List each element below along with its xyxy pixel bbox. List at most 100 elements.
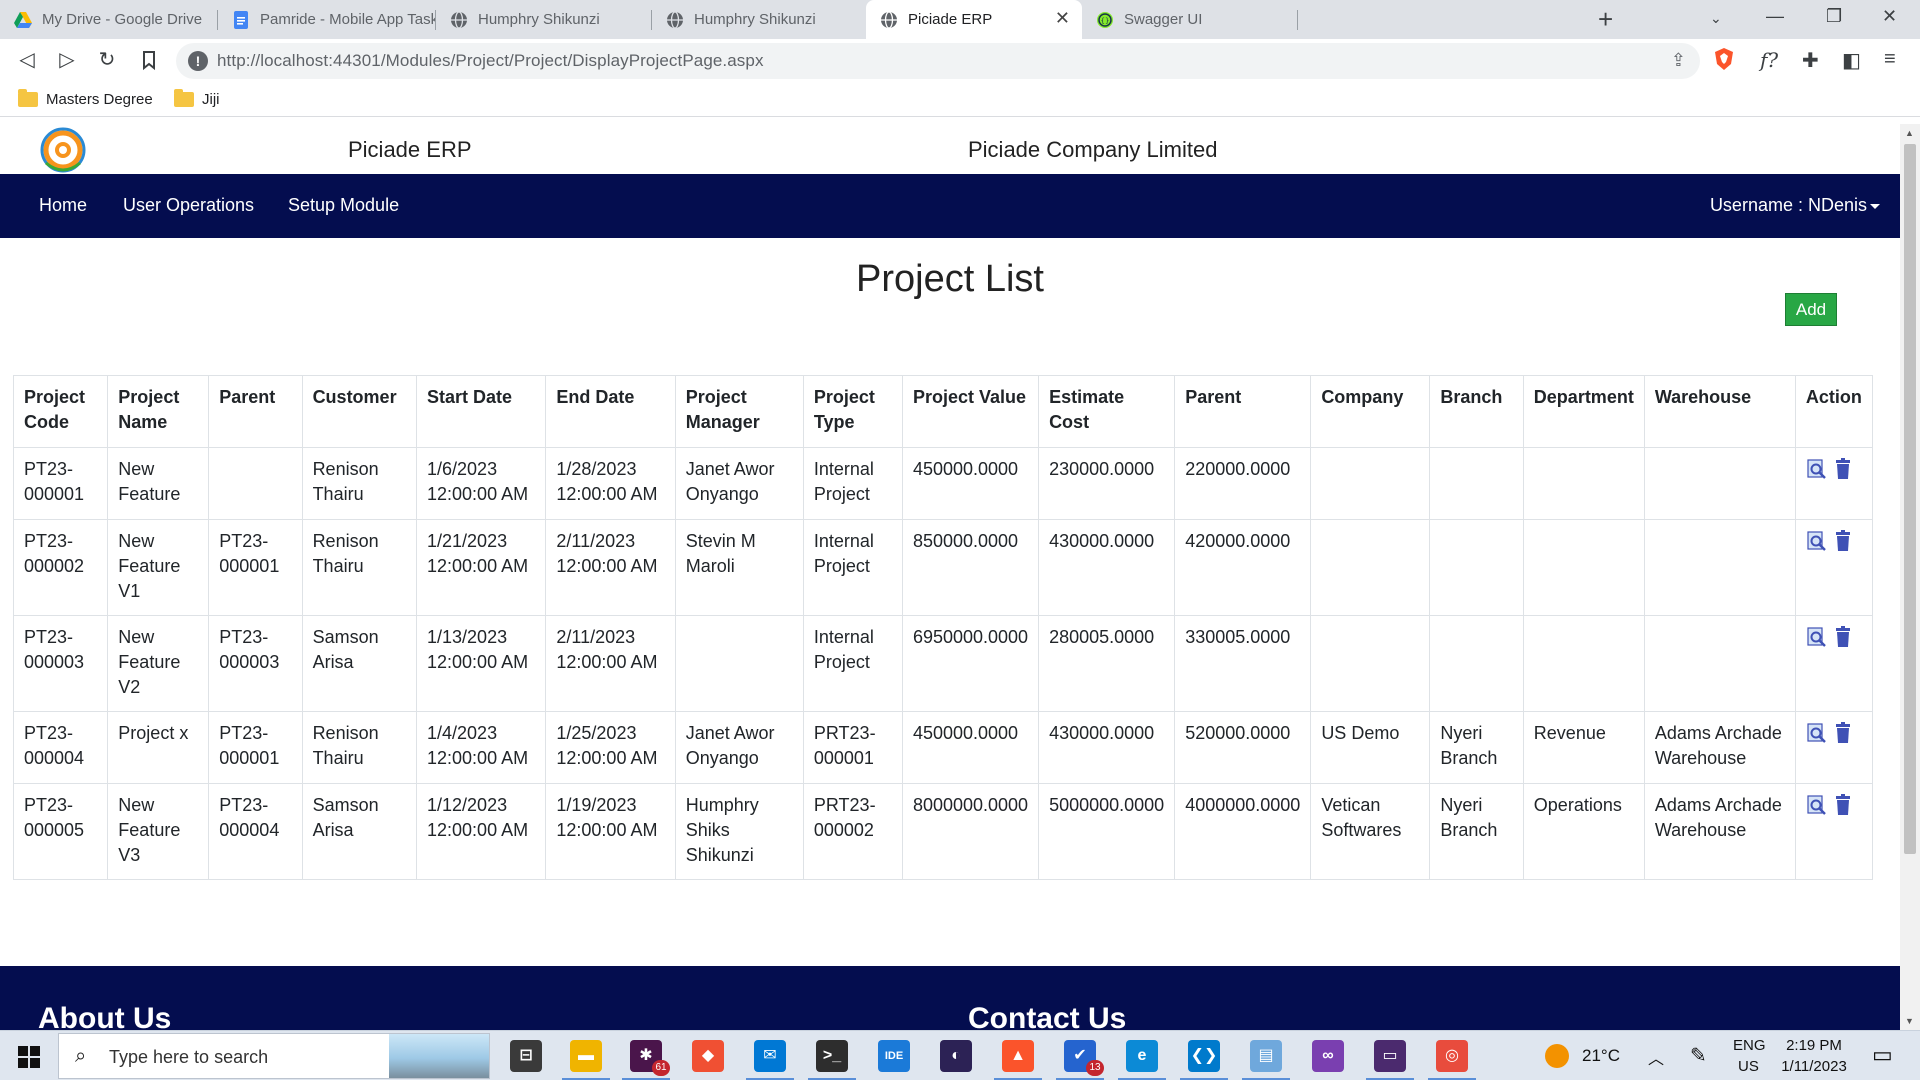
google-drive-icon — [14, 11, 32, 28]
delete-icon[interactable] — [1832, 625, 1854, 649]
table-cell: Adams Archade Warehouse — [1643, 783, 1796, 880]
view-icon[interactable] — [1806, 793, 1828, 817]
language-top[interactable]: ENG — [1733, 1037, 1766, 1054]
weather-icon[interactable] — [1545, 1044, 1569, 1068]
browser-tab[interactable]: My Drive - Google Drive — [0, 0, 218, 39]
slack-icon[interactable]: ✱ 61 — [622, 1040, 670, 1080]
bookmark-folder[interactable]: Masters Degree — [18, 89, 153, 108]
terminal-icon[interactable]: >_ — [808, 1040, 856, 1080]
powershell-icon[interactable]: ▭ — [1366, 1040, 1414, 1080]
column-header: Branch — [1429, 375, 1524, 448]
search-placeholder: Type here to search — [109, 1047, 269, 1067]
visual-studio-icon[interactable]: ∞ — [1312, 1040, 1344, 1072]
table-cell: Janet Awor Onyango — [674, 447, 804, 520]
close-tab-icon[interactable]: ✕ — [1055, 8, 1070, 29]
notifications-icon[interactable]: ▭ — [1872, 1042, 1893, 1068]
minimize-icon[interactable]: — — [1766, 6, 1784, 27]
browser-toolbar: ◁ ▷ ↻ ! http://localhost:44301/Modules/P… — [0, 39, 1920, 83]
address-bar[interactable]: ! http://localhost:44301/Modules/Project… — [176, 43, 1700, 79]
delete-icon[interactable] — [1832, 457, 1854, 481]
table-cell — [1522, 615, 1645, 712]
bookmark-icon[interactable] — [136, 47, 162, 73]
browser-tab[interactable]: Humphry Shikunzi — [436, 0, 652, 39]
language-bottom[interactable]: US — [1738, 1058, 1759, 1075]
browser-tab-active[interactable]: Piciade ERP ✕ — [866, 0, 1082, 39]
paint-icon[interactable]: ◎ — [1428, 1040, 1476, 1080]
delete-icon[interactable] — [1832, 721, 1854, 745]
scroll-down-icon[interactable]: ▼ — [1905, 1016, 1914, 1026]
table-cell: New Feature V3 — [107, 783, 210, 880]
user-menu[interactable]: Username : NDenis — [1710, 195, 1880, 216]
site-info-icon[interactable]: ! — [188, 51, 208, 71]
edge-icon[interactable]: e — [1118, 1040, 1166, 1080]
table-cell — [674, 615, 804, 712]
table-cell: Nyeri Branch — [1429, 783, 1524, 880]
table-cell: Internal Project — [802, 519, 903, 616]
brave-icon[interactable]: ▲ — [994, 1040, 1042, 1080]
delete-icon[interactable] — [1832, 529, 1854, 553]
close-window-icon[interactable]: ✕ — [1882, 6, 1897, 27]
browser-tab[interactable]: Pamride - Mobile App Tasks - Go — [218, 0, 436, 39]
tab-search-icon[interactable]: ⌄ — [1710, 10, 1722, 27]
nav-user-operations[interactable]: User Operations — [123, 195, 254, 216]
git-icon[interactable]: ◆ — [692, 1040, 724, 1072]
table-cell: 1/6/2023 12:00:00 AM — [416, 447, 547, 520]
table-cell — [1522, 519, 1645, 616]
intellij-icon[interactable]: IDE — [878, 1040, 910, 1072]
eclipse-icon[interactable]: ◐ — [940, 1040, 972, 1072]
piciade-logo-icon[interactable] — [38, 127, 88, 173]
file-explorer-icon[interactable]: ▬ — [562, 1040, 610, 1080]
add-button[interactable]: Add — [1785, 293, 1837, 326]
column-header: Action — [1794, 375, 1874, 448]
delete-icon[interactable] — [1832, 793, 1854, 817]
column-header: Start Date — [416, 375, 547, 448]
browser-tab[interactable]: {} Swagger UI — [1082, 0, 1298, 39]
vscode-icon[interactable]: ❮❯ — [1180, 1040, 1228, 1080]
brave-shield-icon[interactable] — [1713, 47, 1735, 71]
search-highlight-image — [389, 1034, 489, 1078]
formula-extension-icon[interactable]: f? — [1760, 48, 1778, 72]
column-header: Project Code — [12, 375, 109, 448]
bookmark-label: Jiji — [202, 91, 220, 108]
scroll-up-icon[interactable]: ▲ — [1905, 128, 1914, 138]
sidebar-icon[interactable]: ◧ — [1842, 48, 1861, 73]
forward-icon[interactable]: ▷ — [54, 47, 80, 73]
table-cell: PT23-000003 — [12, 615, 109, 712]
nav-setup-module[interactable]: Setup Module — [288, 195, 399, 216]
tray-chevron-icon[interactable]: ︿ — [1648, 1045, 1664, 1069]
notepad-icon[interactable]: ▤ — [1242, 1040, 1290, 1080]
taskbar-search[interactable]: ⌕ Type here to search — [58, 1033, 490, 1079]
table-cell: 1/12/2023 12:00:00 AM — [416, 783, 547, 880]
table-cell: 450000.0000 — [901, 711, 1040, 784]
bookmarks-bar: Masters Degree Jiji — [0, 83, 1920, 117]
view-icon[interactable] — [1806, 529, 1828, 553]
browser-tab[interactable]: Humphry Shikunzi — [652, 0, 866, 39]
pen-icon[interactable]: ✎ — [1690, 1043, 1707, 1068]
view-icon[interactable] — [1806, 625, 1828, 649]
table-cell: 4000000.0000 — [1174, 783, 1312, 880]
clock-date[interactable]: 1/11/2023 — [1776, 1058, 1852, 1075]
view-icon[interactable] — [1806, 721, 1828, 745]
extensions-icon[interactable]: ✚ — [1802, 48, 1819, 73]
back-icon[interactable]: ◁ — [14, 47, 40, 73]
scrollbar-thumb[interactable] — [1904, 144, 1916, 854]
table-row: PT23-000002 New Feature V1 PT23-000001 Reni… — [12, 519, 1874, 616]
page-scrollbar[interactable]: ▲ ▼ — [1900, 124, 1920, 1030]
todo-icon[interactable]: ✔ 13 — [1056, 1040, 1104, 1080]
task-view-icon[interactable]: ⊟ — [510, 1040, 542, 1072]
nav-home[interactable]: Home — [39, 195, 87, 216]
windows-start-icon[interactable] — [18, 1046, 40, 1068]
view-icon[interactable] — [1806, 457, 1828, 481]
share-icon[interactable]: ⇪ — [1671, 50, 1686, 71]
table-cell: Adams Archade Warehouse — [1643, 711, 1796, 784]
restore-icon[interactable]: ❐ — [1826, 6, 1842, 27]
new-tab-icon[interactable]: + — [1598, 4, 1613, 35]
bookmark-folder[interactable]: Jiji — [174, 89, 220, 108]
weather-temp[interactable]: 21°C — [1582, 1046, 1620, 1066]
menu-icon[interactable]: ≡ — [1884, 48, 1896, 71]
clock-time[interactable]: 2:19 PM — [1780, 1037, 1848, 1054]
table-cell: 1/19/2023 12:00:00 AM — [545, 783, 676, 880]
mail-icon[interactable]: ✉ — [746, 1040, 794, 1080]
reload-icon[interactable]: ↻ — [94, 47, 120, 73]
column-header: Estimate Cost — [1038, 375, 1176, 448]
